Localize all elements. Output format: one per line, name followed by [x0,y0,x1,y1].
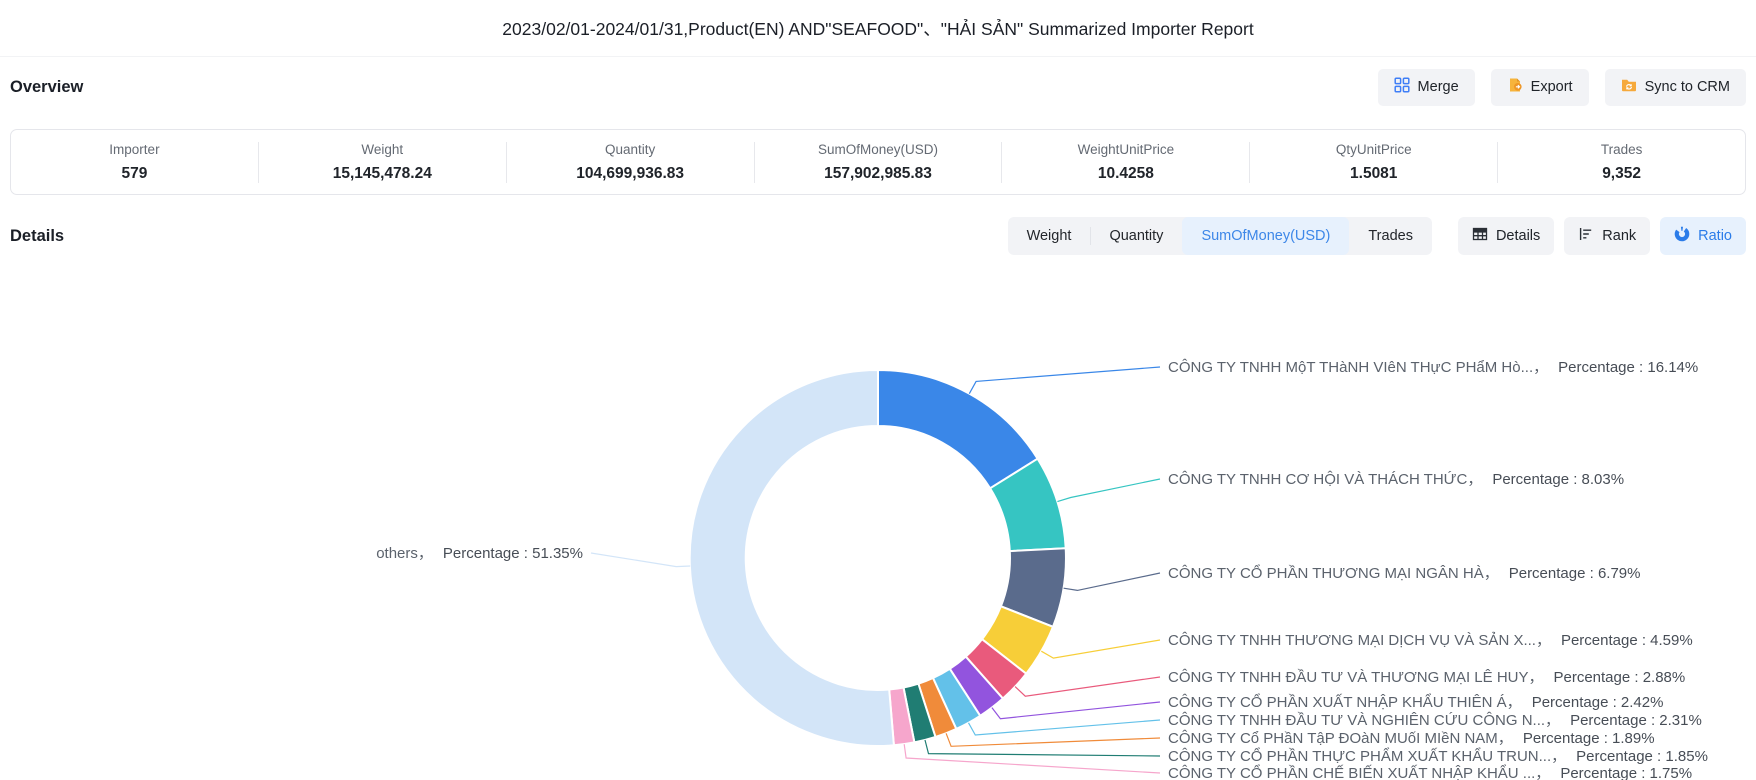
slice-leader-line-0 [969,367,1160,394]
stat-value: 157,902,985.83 [755,165,1002,183]
stat-weight-unit-price: WeightUnitPrice 10.4258 [1001,142,1249,183]
stat-label: Trades [1498,142,1745,157]
overview-heading: Overview [10,78,83,97]
donut-chart-svg: CÔNG TY TNHH MộT THàNH VIêN THựC PHẩM Hò… [0,281,1756,780]
slice-label-1: CÔNG TY TNHH CƠ HỘI VÀ THÁCH THỨC，Percen… [1168,471,1624,488]
rank-view-button[interactable]: Rank [1564,217,1650,255]
slice-label-7: CÔNG TY Cổ PHầN TậP ĐOàN MUốI MIềN NAM，P… [1168,730,1655,747]
metric-tabs: Weight Quantity SumOfMoney(USD) Trades [1008,217,1432,255]
export-button-label: Export [1531,79,1573,95]
details-view-button-label: Details [1496,228,1540,244]
stat-importer: Importer 579 [11,142,258,183]
sync-folder-icon [1621,77,1637,97]
slice-leader-line-2 [1064,573,1160,590]
slice-label-10: others，Percentage : 51.35% [376,545,583,562]
stat-value: 1.5081 [1250,165,1497,183]
stat-value: 579 [11,165,258,183]
export-file-icon [1507,77,1523,97]
slice-label-5: CÔNG TY CỔ PHẦN XUẤT NHẬP KHẨU THIÊN Á，P… [1168,693,1663,711]
merge-grid-icon [1394,77,1410,97]
slice-label-3: CÔNG TY TNHH THƯƠNG MẠI DỊCH VỤ VÀ SẢN X… [1168,632,1693,649]
table-icon [1472,226,1488,246]
importer-ratio-chart: CÔNG TY TNHH MộT THàNH VIêN THựC PHẩM Hò… [0,281,1756,780]
export-button[interactable]: Export [1491,69,1589,106]
donut-slice-10[interactable] [690,370,894,746]
overview-bar: Overview Merge Export Sync to CRM [10,67,1746,107]
overview-actions: Merge Export Sync to CRM [1378,69,1746,106]
stat-qty-unit-price: QtyUnitPrice 1.5081 [1249,142,1497,183]
stat-sum-of-money: SumOfMoney(USD) 157,902,985.83 [754,142,1002,183]
slice-label-0: CÔNG TY TNHH MộT THàNH VIêN THựC PHẩM Hò… [1168,359,1698,376]
tab-trades[interactable]: Trades [1349,217,1432,255]
overview-stats-card: Importer 579 Weight 15,145,478.24 Quanti… [10,129,1746,195]
slice-label-4: CÔNG TY TNHH ĐẦU TƯ VÀ THƯƠNG MẠI LÊ HUY… [1168,669,1685,686]
page-title: 2023/02/01-2024/01/31,Product(EN) AND"SE… [502,16,1253,41]
stat-weight: Weight 15,145,478.24 [258,142,506,183]
tab-weight[interactable]: Weight [1008,217,1091,255]
ratio-icon [1674,226,1690,246]
slice-leader-line-5 [992,702,1160,719]
details-heading: Details [10,227,64,246]
stat-label: SumOfMoney(USD) [755,142,1002,157]
rank-icon [1578,226,1594,246]
rank-view-button-label: Rank [1602,228,1636,244]
ratio-view-button-label: Ratio [1698,228,1732,244]
slice-leader-line-6 [969,720,1161,735]
stat-label: WeightUnitPrice [1002,142,1249,157]
stat-value: 15,145,478.24 [259,165,506,183]
slice-label-8: CÔNG TY CỔ PHẦN THỰC PHẨM XUẤT KHẨU TRUN… [1168,747,1708,765]
slice-leader-line-9 [904,744,1160,773]
slice-leader-line-4 [1015,677,1160,696]
stat-label: Weight [259,142,506,157]
slice-label-2: CÔNG TY CỔ PHẦN THƯƠNG MẠI NGÂN HÀ，Perce… [1168,564,1640,582]
tab-quantity[interactable]: Quantity [1090,217,1182,255]
merge-button[interactable]: Merge [1378,69,1475,106]
details-view-button[interactable]: Details [1458,217,1554,255]
merge-button-label: Merge [1418,79,1459,95]
stat-value: 10.4258 [1002,165,1249,183]
donut-slice-0[interactable] [878,370,1038,488]
stat-trades: Trades 9,352 [1497,142,1745,183]
tab-sumofmoney-usd[interactable]: SumOfMoney(USD) [1182,217,1349,255]
stat-label: QtyUnitPrice [1250,142,1497,157]
slice-label-9: CÔNG TY CỔ PHẦN CHẾ BIẾN XUẤT NHẬP KHẨU … [1168,764,1692,780]
view-buttons: Details Rank Ratio [1458,217,1746,255]
ratio-view-button[interactable]: Ratio [1660,217,1746,255]
stat-value: 9,352 [1498,165,1745,183]
sync-to-crm-button[interactable]: Sync to CRM [1605,69,1746,106]
slice-leader-line-1 [1057,479,1160,502]
slice-leader-line-3 [1041,640,1160,658]
report-header: 2023/02/01-2024/01/31,Product(EN) AND"SE… [0,0,1756,57]
slice-leader-line-10 [591,553,690,567]
stat-label: Quantity [507,142,754,157]
details-bar: Details Weight Quantity SumOfMoney(USD) … [10,217,1746,255]
sync-to-crm-button-label: Sync to CRM [1645,79,1730,95]
stat-quantity: Quantity 104,699,936.83 [506,142,754,183]
slice-label-6: CÔNG TY TNHH ĐẦU TƯ VÀ NGHIÊN CỨU CÔNG N… [1168,712,1702,729]
stat-value: 104,699,936.83 [507,165,754,183]
stat-label: Importer [11,142,258,157]
